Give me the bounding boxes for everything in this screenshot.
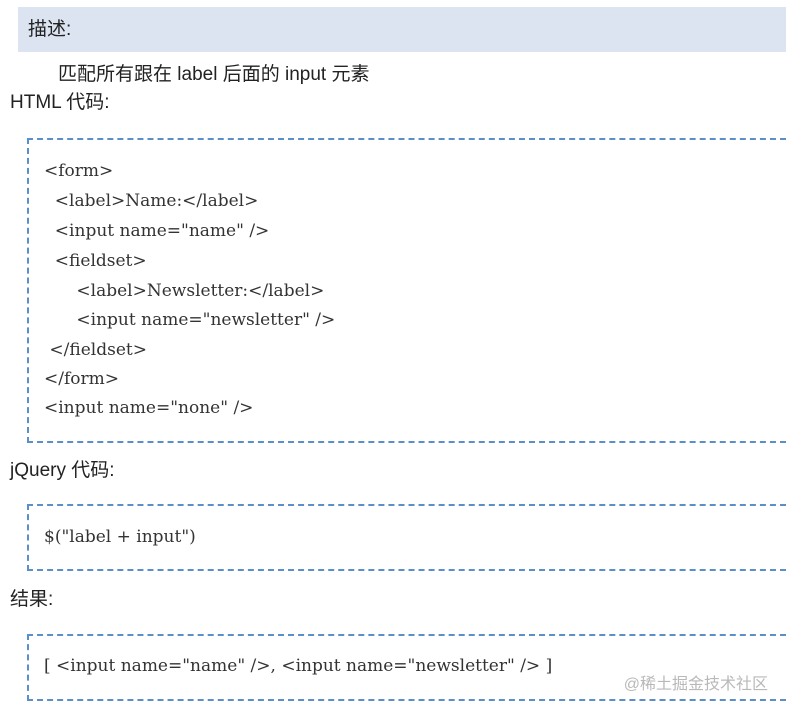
jquery-code-label: jQuery 代码: [10,460,115,481]
html-code-line: <label>Newsletter:</label> [44,281,325,301]
result-label: 结果: [10,589,54,610]
html-code-label: HTML 代码: [10,92,110,113]
html-code-line: <input name="newsletter" /> [44,310,336,330]
watermark: @稀土掘金技术社区 [623,676,768,693]
html-code-line: </form> [44,369,119,389]
description-text: 匹配所有跟在 label 后面的 input 元素 [58,64,370,85]
result-code-line: [ <input name="name" />, <input name="ne… [44,656,553,676]
description-header: 描述: [18,7,786,52]
html-code-line: <fieldset> [44,251,147,271]
jquery-code-line: $("label + input") [44,527,196,547]
html-code-line: <input name="none" /> [44,398,254,418]
html-code-line: <form> [44,161,114,181]
html-code-line: </fieldset> [44,340,147,360]
html-code-line: <input name="name" /> [44,221,270,241]
html-code-line: <label>Name:</label> [44,191,259,211]
